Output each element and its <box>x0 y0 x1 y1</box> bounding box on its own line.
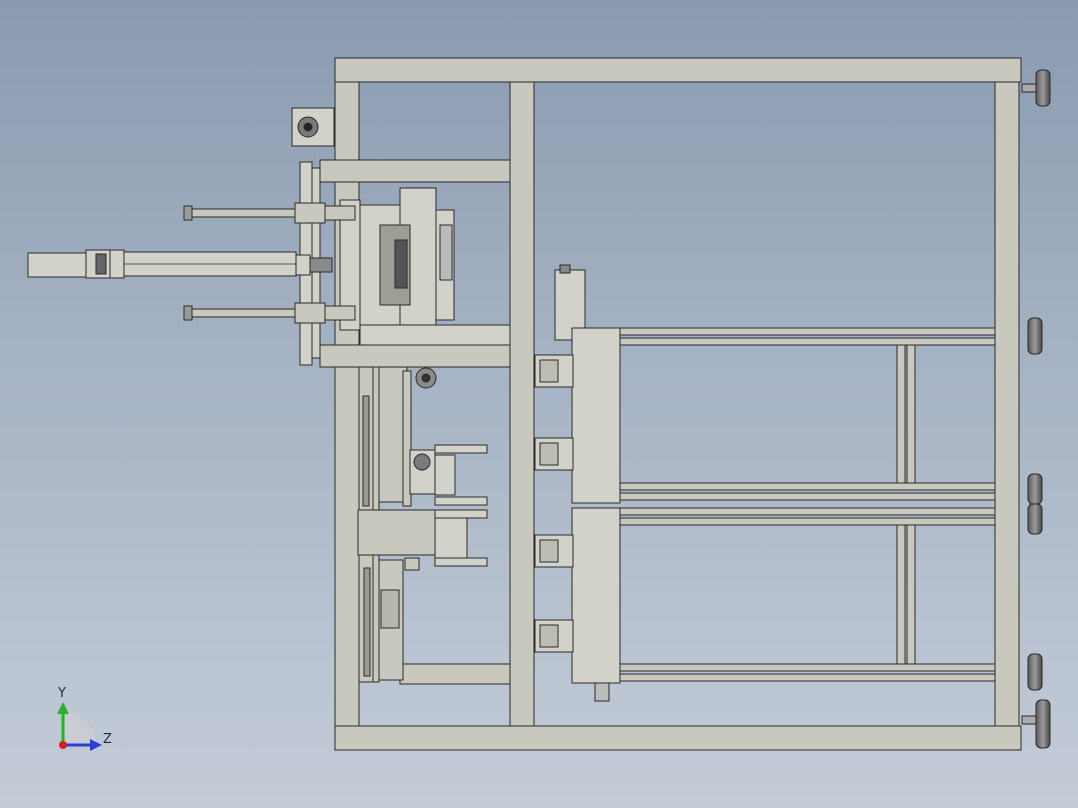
foot-5 <box>1027 653 1043 691</box>
leveling-feet <box>1021 69 1051 749</box>
foot-6 <box>1035 699 1051 749</box>
foot-2 <box>1027 317 1043 355</box>
frame-upper-crossbeam <box>319 159 511 183</box>
rail-post-upper-b <box>906 344 916 484</box>
x-axis-origin <box>59 741 67 749</box>
linear-actuator <box>27 249 333 279</box>
coordinate-triad <box>57 702 102 751</box>
z-axis-label: Z <box>103 732 112 747</box>
frame-top-beam <box>334 57 1022 83</box>
frame-center-post <box>509 81 535 727</box>
rail-mid-c <box>619 507 996 516</box>
rail-post-upper <box>896 344 906 484</box>
frame-bottom-beam <box>334 725 1022 751</box>
cad-viewport[interactable]: Y Z <box>0 0 1078 808</box>
foot-4 <box>1027 503 1043 535</box>
rail-mid-b <box>619 492 996 501</box>
foot-1 <box>1035 69 1051 107</box>
machine-frame <box>319 57 1022 751</box>
rail-top-b <box>619 337 996 346</box>
rail-mid-a <box>619 482 996 491</box>
rail-post-lower <box>896 524 906 665</box>
rail-mid-d <box>619 517 996 526</box>
cylinder-rod-upper <box>189 208 301 218</box>
rail-bottom-a <box>619 663 996 672</box>
top-left-motor <box>291 107 335 147</box>
left-inner-frame <box>357 366 437 683</box>
cylinder-rod-lower <box>189 308 301 318</box>
suction-blocks <box>534 264 621 702</box>
frame-right-post <box>994 81 1020 727</box>
foot-3 <box>1027 473 1043 505</box>
cad-machine-drawing <box>27 57 1051 751</box>
frame-mid-crossbeam <box>319 344 511 368</box>
rail-post-lower-b <box>906 524 916 665</box>
frame-lower-crossbeam <box>399 663 511 685</box>
rail-bottom-b <box>619 673 996 682</box>
y-axis-label: Y <box>58 686 66 701</box>
rail-top <box>619 327 996 336</box>
